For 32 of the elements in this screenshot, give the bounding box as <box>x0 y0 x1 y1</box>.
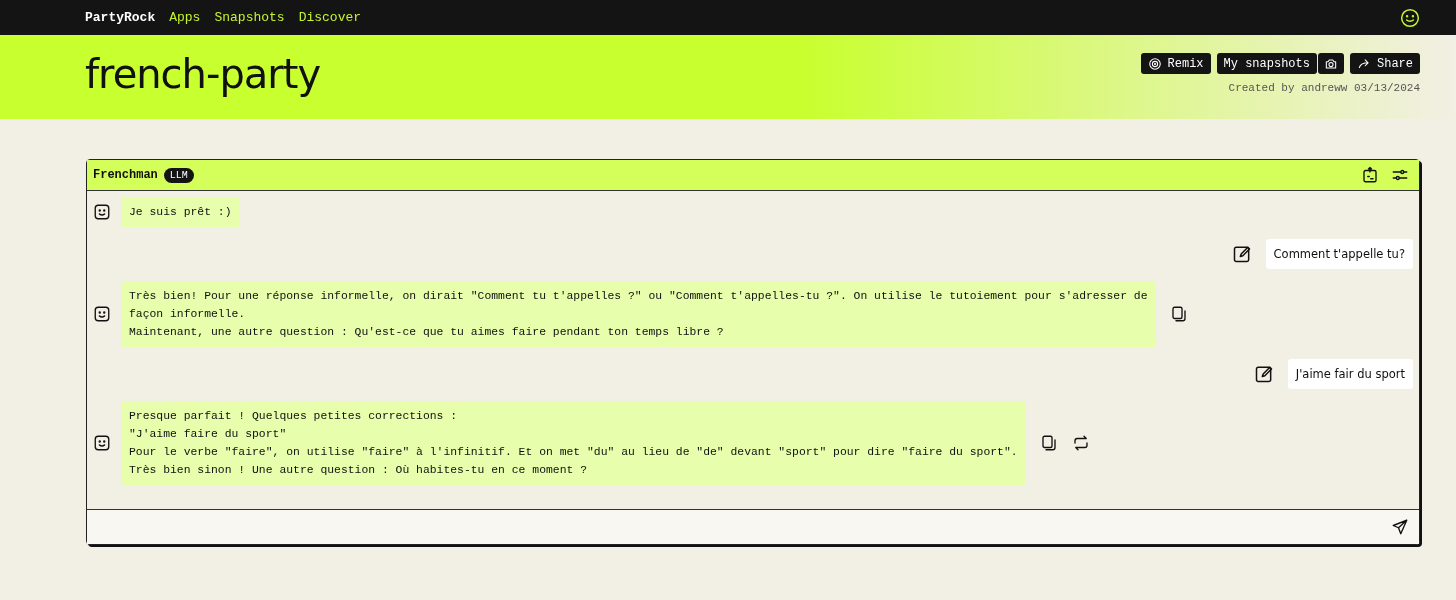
bot-message: Très bien! Pour une réponse informelle, on dirait "Comment tu t'appelles ?" ou "Comment t'appelles-tu ?". On utilise le tutoiement pour s'adresser de façon informelle. Maintenant, une autre question : Qu'est-ce que tu aimes faire pendant ton temps libre ? <box>121 281 1156 347</box>
copy-icon[interactable] <box>1169 305 1188 323</box>
bot-avatar-icon <box>93 305 111 323</box>
message-input[interactable] <box>87 510 1419 544</box>
arrow-icon <box>1357 56 1371 71</box>
user-message: Comment t'appelle tu? <box>1265 239 1413 269</box>
bot-message: Je suis prêt :) <box>121 197 240 227</box>
bot-avatar-icon <box>93 434 111 452</box>
nav-link[interactable]: Snapshots <box>214 10 285 25</box>
remix-button[interactable]: Remix <box>1140 53 1211 74</box>
camera-button[interactable] <box>1318 53 1344 74</box>
camera-icon <box>1324 56 1338 71</box>
bot-avatar-icon <box>93 203 111 221</box>
smiley-icon[interactable] <box>1400 7 1420 28</box>
nav-link[interactable]: Apps <box>169 10 201 25</box>
regenerate-icon[interactable] <box>1071 434 1090 452</box>
share-button[interactable]: Share <box>1350 53 1420 74</box>
nav-link[interactable]: Discover <box>298 10 362 25</box>
widget-title: Frenchman <box>93 168 158 182</box>
app-title: french-party <box>85 51 322 97</box>
copy-icon[interactable] <box>1039 434 1058 452</box>
my-snapshots-button[interactable]: My snapshots <box>1216 53 1317 74</box>
export-icon[interactable] <box>1361 166 1379 184</box>
brand-logo[interactable]: PartyRock <box>85 10 156 25</box>
created-by-text: Created by andreww 03/13/2024 <box>1228 82 1420 94</box>
send-icon[interactable] <box>1391 518 1409 536</box>
user-message: J'aime fair du sport <box>1287 359 1413 389</box>
edit-icon[interactable] <box>1231 244 1252 264</box>
remix-icon <box>1147 56 1162 71</box>
edit-icon[interactable] <box>1253 364 1274 384</box>
llm-badge: LLM <box>163 167 194 183</box>
bot-message: Presque parfait ! Quelques petites corrections : "J'aime faire du sport" Pour le verbe "faire", on utilise "faire" à l'infinitif. Et on met "du" au lieu de "de" devant "sport" pour dire "faire du sport". Très bien sinon ! Une autre question : Où habites-tu en ce moment ? <box>121 401 1026 485</box>
